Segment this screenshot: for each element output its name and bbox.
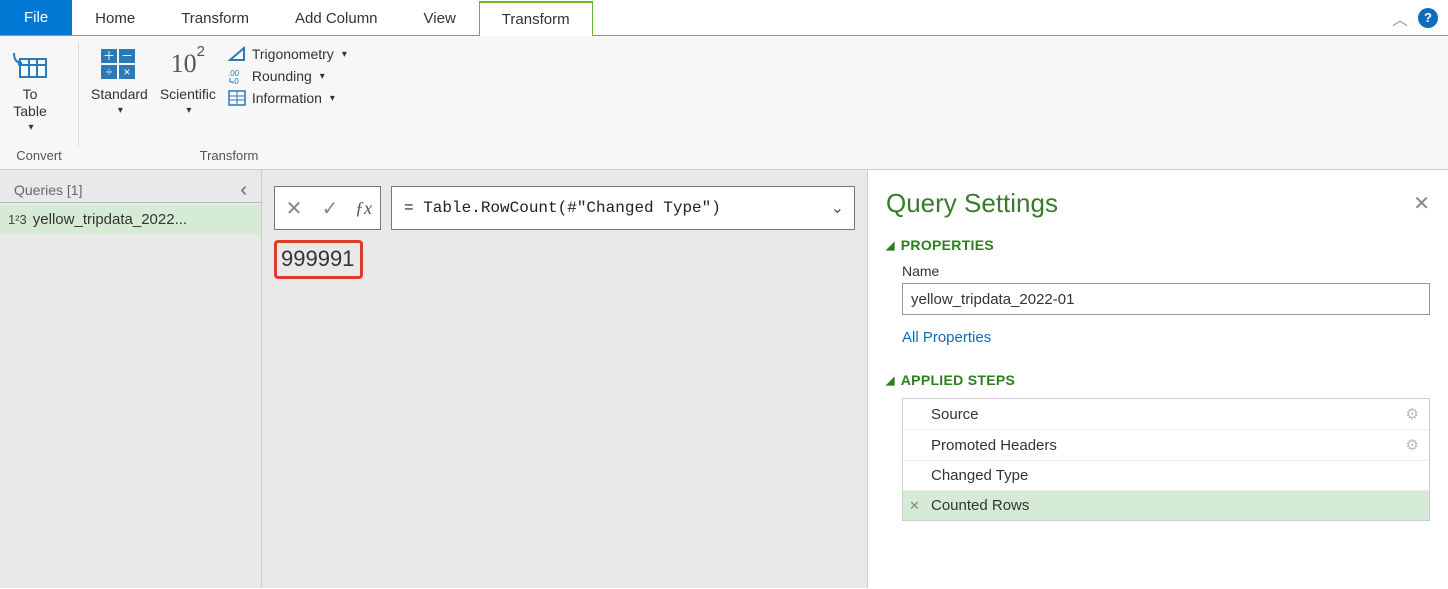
applied-steps-header-label: APPLIED STEPS (901, 372, 1015, 388)
query-name-input[interactable] (902, 283, 1430, 315)
collapse-ribbon-icon[interactable]: ︿ (1392, 6, 1408, 30)
tab-home[interactable]: Home (72, 0, 158, 35)
tab-strip: File Home Transform Add Column View Tran… (0, 0, 1448, 36)
ribbon-group-transform-label: Transform (85, 146, 373, 165)
applied-steps-list: Source ⚙ Promoted Headers ⚙ Changed Type… (902, 398, 1430, 521)
delete-step-icon[interactable]: ✕ (909, 498, 920, 514)
trigonometry-label: Trigonometry (252, 46, 334, 62)
properties-collapse-icon: ◢ (886, 239, 895, 252)
formula-controls: ✕ ✓ ƒx (274, 186, 381, 230)
query-type-icon: 1²3 (8, 212, 27, 227)
scientific-icon: 10 (171, 48, 197, 79)
ribbon: To Table ▾ Convert ＋ － ÷ × (0, 36, 1448, 170)
applied-step[interactable]: Changed Type (903, 461, 1429, 491)
trigonometry-caret-icon: ▾ (342, 49, 347, 60)
rounding-caret-icon: ▾ (320, 71, 325, 82)
close-settings-icon[interactable]: ✕ (1413, 191, 1430, 216)
svg-text:－: － (121, 49, 133, 63)
applied-step-label: Changed Type (931, 467, 1028, 484)
standard-label: Standard (91, 86, 148, 103)
svg-text:÷: ÷ (106, 65, 113, 79)
result-value: 999991 (274, 240, 363, 279)
tab-transform[interactable]: Transform (158, 0, 272, 35)
to-table-label: To Table (13, 86, 46, 120)
properties-header-label: PROPERTIES (901, 237, 994, 253)
all-properties-link[interactable]: All Properties (902, 329, 991, 346)
fx-icon[interactable]: ƒx (355, 198, 372, 219)
to-table-button[interactable]: To Table ▾ (6, 40, 54, 146)
query-settings-pane: Query Settings ✕ ◢ PROPERTIES Name All P… (868, 170, 1448, 588)
rounding-icon: .00 .0 (228, 68, 246, 84)
trigonometry-button[interactable]: Trigonometry ▾ (228, 46, 347, 62)
steps-collapse-icon: ◢ (886, 374, 895, 387)
applied-step-label: Source (931, 406, 979, 423)
queries-header-label: Queries [1] (14, 182, 82, 198)
ribbon-group-convert-label: Convert (6, 146, 72, 165)
standard-button[interactable]: ＋ － ÷ × Standard ▾ (85, 40, 154, 146)
name-label: Name (902, 263, 1430, 279)
applied-steps-header[interactable]: ◢ APPLIED STEPS (886, 372, 1430, 388)
applied-step[interactable]: Promoted Headers ⚙ (903, 430, 1429, 461)
collapse-queries-icon[interactable]: ‹ (240, 184, 249, 196)
ribbon-group-convert: To Table ▾ Convert (0, 36, 78, 169)
applied-step[interactable]: Source ⚙ (903, 399, 1429, 430)
information-button[interactable]: Information ▾ (228, 90, 347, 106)
query-item[interactable]: 1²3 yellow_tripdata_2022... (0, 205, 261, 234)
formula-bar[interactable]: = Table.RowCount(#"Changed Type") ⌄ (391, 186, 855, 230)
queries-header: Queries [1] ‹ (0, 170, 261, 203)
trigonometry-icon (228, 46, 246, 62)
preview-pane: ✕ ✓ ƒx = Table.RowCount(#"Changed Type")… (262, 170, 868, 588)
properties-header[interactable]: ◢ PROPERTIES (886, 237, 1430, 253)
ribbon-group-transform: ＋ － ÷ × Standard ▾ 10 2 Scientific ▾ (79, 36, 379, 169)
to-table-caret-icon: ▾ (28, 122, 33, 134)
svg-text:.0: .0 (232, 77, 239, 84)
svg-text:＋: ＋ (103, 49, 115, 63)
svg-text:×: × (124, 65, 131, 79)
tab-add-column[interactable]: Add Column (272, 0, 401, 35)
workspace: Queries [1] ‹ 1²3 yellow_tripdata_2022..… (0, 170, 1448, 588)
scientific-caret-icon: ▾ (186, 105, 191, 117)
rounding-label: Rounding (252, 68, 312, 84)
information-caret-icon: ▾ (330, 93, 335, 104)
rounding-button[interactable]: .00 .0 Rounding ▾ (228, 68, 347, 84)
step-gear-icon[interactable]: ⚙ (1406, 436, 1419, 454)
applied-step-label: Promoted Headers (931, 437, 1057, 454)
standard-icon: ＋ － ÷ × (99, 47, 139, 81)
query-item-label: yellow_tripdata_2022... (33, 211, 187, 228)
tab-transform-context[interactable]: Transform (479, 1, 593, 36)
to-table-icon (12, 49, 48, 79)
commit-formula-icon[interactable]: ✓ (319, 196, 341, 221)
help-icon[interactable]: ? (1418, 8, 1438, 28)
applied-step[interactable]: ✕ Counted Rows (903, 491, 1429, 520)
cancel-formula-icon[interactable]: ✕ (283, 196, 305, 221)
step-gear-icon[interactable]: ⚙ (1406, 405, 1419, 423)
scientific-label: Scientific (160, 86, 216, 103)
information-label: Information (252, 90, 322, 106)
tab-file[interactable]: File (0, 0, 72, 35)
standard-caret-icon: ▾ (118, 105, 123, 117)
scientific-button[interactable]: 10 2 Scientific ▾ (154, 40, 222, 146)
formula-dropdown-icon[interactable]: ⌄ (831, 198, 844, 218)
queries-pane: Queries [1] ‹ 1²3 yellow_tripdata_2022..… (0, 170, 262, 588)
tab-view[interactable]: View (401, 0, 479, 35)
formula-text: = Table.RowCount(#"Changed Type") (404, 199, 721, 217)
information-icon (228, 90, 246, 106)
query-settings-title: Query Settings (886, 188, 1058, 219)
applied-step-label: Counted Rows (931, 497, 1029, 514)
scientific-exp: 2 (197, 43, 205, 61)
